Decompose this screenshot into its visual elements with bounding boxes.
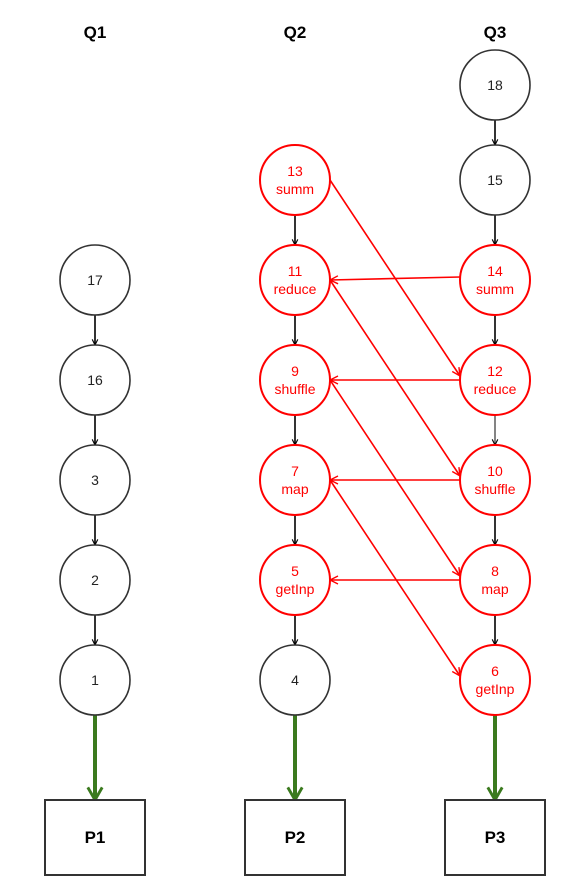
node-id-label: 15 (487, 172, 503, 188)
node-id-label: 7 (291, 463, 299, 479)
node-18[interactable]: 18 (459, 49, 531, 121)
node-id-label: 14 (487, 263, 503, 279)
node-id-label: 17 (87, 272, 103, 288)
column-header-q1: Q1 (84, 23, 107, 42)
node-16[interactable]: 16 (59, 344, 131, 416)
node-id-label: 4 (291, 672, 299, 688)
node-op-label: shuffle (475, 481, 516, 497)
node-circle (259, 544, 331, 616)
nodes-layer: 17 16 3 2 1 13 summ 11 reduce 9 shuffle 7 map 5 getInp… (59, 49, 531, 716)
node-17[interactable]: 17 (59, 244, 131, 316)
node-op-label: reduce (474, 381, 517, 397)
node-circle (259, 144, 331, 216)
processors-layer: P1 P2 P3 (44, 799, 546, 876)
node-14[interactable]: 14 summ (459, 244, 531, 316)
node-id-label: 2 (91, 572, 99, 588)
column-header-q3: Q3 (484, 23, 507, 42)
node-circle (459, 644, 531, 716)
processor-label: P2 (285, 828, 306, 847)
node-id-label: 13 (287, 163, 303, 179)
node-5[interactable]: 5 getInp (259, 544, 331, 616)
node-id-label: 1 (91, 672, 99, 688)
node-9[interactable]: 9 shuffle (259, 344, 331, 416)
processor-label: P3 (485, 828, 506, 847)
node-11[interactable]: 11 reduce (259, 244, 331, 316)
node-circle (459, 544, 531, 616)
node-circle (259, 444, 331, 516)
node-op-label: summ (476, 281, 514, 297)
node-op-label: reduce (274, 281, 317, 297)
node-12[interactable]: 12 reduce (459, 344, 531, 416)
dependency-diagram: Q1 Q2 Q3 17 16 3 2 1 13 summ 11 reduce 9 shuffle 7 m… (44, 23, 546, 876)
processor-p3[interactable]: P3 (444, 799, 546, 876)
processor-p1[interactable]: P1 (44, 799, 146, 876)
node-id-label: 11 (288, 263, 303, 279)
node-15[interactable]: 15 (459, 144, 531, 216)
node-circle (259, 344, 331, 416)
node-circle (459, 344, 531, 416)
node-6[interactable]: 6 getInp (459, 644, 531, 716)
node-id-label: 6 (491, 663, 499, 679)
node-id-label: 16 (87, 372, 103, 388)
node-op-label: map (281, 481, 308, 497)
node-8[interactable]: 8 map (459, 544, 531, 616)
node-10[interactable]: 10 shuffle (459, 444, 531, 516)
node-op-label: map (481, 581, 508, 597)
column-header-q2: Q2 (284, 23, 307, 42)
edge-9-to-8 (329, 379, 460, 576)
node-op-label: summ (276, 181, 314, 197)
node-circle (259, 244, 331, 316)
node-4[interactable]: 4 (259, 644, 331, 716)
node-circle (459, 444, 531, 516)
node-1[interactable]: 1 (59, 644, 131, 716)
node-id-label: 18 (487, 77, 503, 93)
node-id-label: 12 (487, 363, 503, 379)
node-op-label: getInp (276, 581, 315, 597)
node-7[interactable]: 7 map (259, 444, 331, 516)
node-id-label: 8 (491, 563, 499, 579)
node-op-label: shuffle (275, 381, 316, 397)
node-id-label: 9 (291, 363, 299, 379)
node-id-label: 10 (487, 463, 503, 479)
processor-p2[interactable]: P2 (244, 799, 346, 876)
edge-7-to-6 (329, 479, 460, 676)
node-13[interactable]: 13 summ (259, 144, 331, 216)
node-op-label: getInp (476, 681, 515, 697)
node-circle (459, 244, 531, 316)
node-2[interactable]: 2 (59, 544, 131, 616)
column-headers: Q1 Q2 Q3 (84, 23, 507, 42)
node-id-label: 3 (91, 472, 99, 488)
processor-label: P1 (85, 828, 106, 847)
edge-11-to-10 (329, 279, 460, 476)
node-id-label: 5 (291, 563, 299, 579)
node-3[interactable]: 3 (59, 444, 131, 516)
